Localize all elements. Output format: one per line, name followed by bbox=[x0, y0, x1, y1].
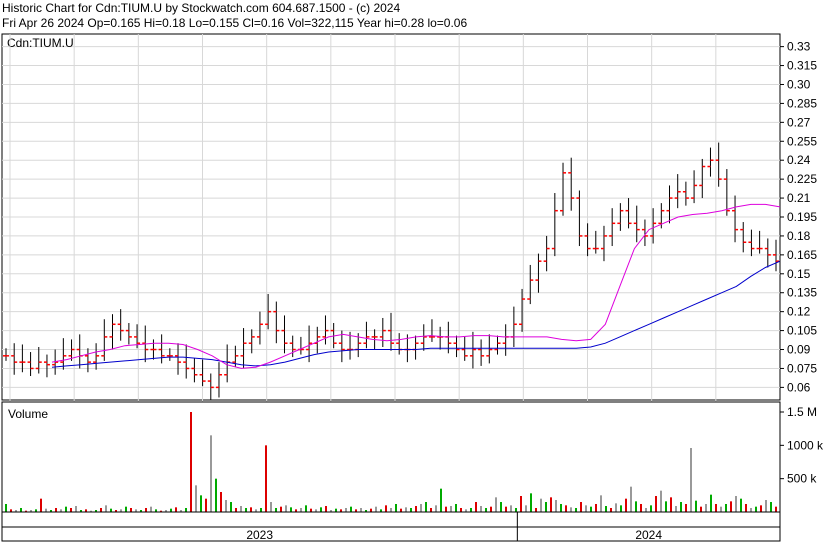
price-tick-label: 0.18 bbox=[787, 229, 811, 243]
price-tick-label: 0.225 bbox=[787, 172, 817, 186]
volume-label: Volume bbox=[8, 407, 48, 421]
volume-panel bbox=[1, 401, 781, 513]
price-tick-label: 0.105 bbox=[787, 324, 817, 338]
price-tick-label: 0.075 bbox=[787, 361, 817, 375]
price-tick-label: 0.09 bbox=[787, 343, 811, 357]
volume-tick-label: 1.5 M bbox=[787, 405, 817, 419]
month-axis bbox=[1, 511, 781, 528]
price-tick-label: 0.255 bbox=[787, 134, 817, 148]
year-label: 2024 bbox=[635, 528, 662, 542]
price-tick-label: 0.33 bbox=[787, 40, 811, 54]
price-tick-label: 0.165 bbox=[787, 248, 817, 262]
price-tick-label: 0.30 bbox=[787, 77, 811, 91]
symbol-label: Cdn:TIUM.U bbox=[7, 36, 74, 50]
price-tick-label: 0.27 bbox=[787, 115, 811, 129]
price-tick-label: 0.135 bbox=[787, 286, 817, 300]
price-tick-label: 0.15 bbox=[787, 267, 811, 281]
price-tick-label: 0.24 bbox=[787, 153, 811, 167]
price-tick-label: 0.195 bbox=[787, 210, 817, 224]
year-label: 2023 bbox=[246, 528, 273, 542]
price-tick-label: 0.06 bbox=[787, 380, 811, 394]
price-tick-label: 0.285 bbox=[787, 96, 817, 110]
volume-tick-label: 1000 k bbox=[787, 438, 824, 452]
price-tick-label: 0.21 bbox=[787, 191, 811, 205]
volume-tick-label: 500 k bbox=[787, 472, 817, 486]
price-tick-label: 0.12 bbox=[787, 305, 811, 319]
price-tick-label: 0.315 bbox=[787, 59, 817, 73]
stock-chart: 0.33 0.315 0.30 0.285 0.27 0.255 0.24 0.225 0.21… bbox=[1, 33, 824, 542]
year-axis bbox=[1, 526, 781, 542]
